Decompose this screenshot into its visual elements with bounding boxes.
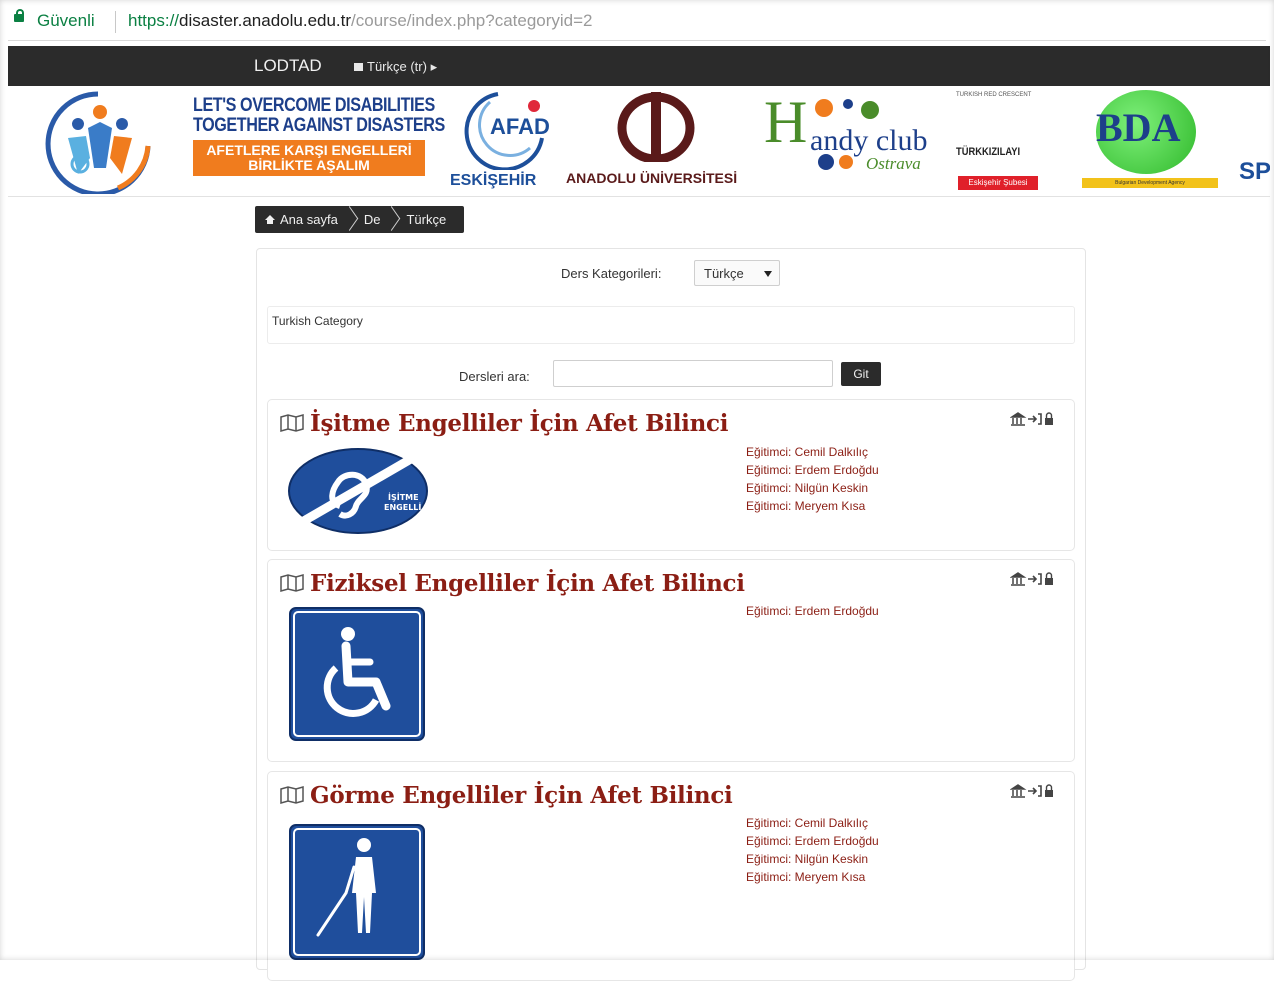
course-title-text: Fiziksel Engelliler İçin Afet Bilinci [310,570,745,597]
spo-logo-text: SPO [1239,158,1270,185]
category-description: Turkish Category [267,306,1075,344]
category-select[interactable]: Türkçe [694,260,780,286]
teacher-entry[interactable]: Eğitimci: Nilgün Keskin [746,850,879,868]
teacher-entry[interactable]: Eğitimci: Cemil Dalkılıç [746,814,879,832]
teacher-entry[interactable]: Eğitimci: Cemil Dalkılıç [746,443,879,461]
breadcrumb-home-label: Ana sayfa [280,212,338,227]
wheelchair-small-icon [818,154,853,170]
search-go-button[interactable]: Git [841,362,881,386]
course-box: İşitme Engelliler İçin Afet Bilinci Eğit… [267,399,1075,551]
bda-subtitle: Bulgarian Development Agency [1082,178,1218,188]
breadcrumb-de[interactable]: De [354,206,387,233]
kizilay-top-text: TURKISH RED CRESCENT [956,92,1032,98]
slogan-en-line2: TOGETHER AGAINST DISASTERS [193,115,445,136]
course-title-text: Görme Engelliler İçin Afet Bilinci [310,782,733,809]
address-separator [115,11,116,33]
slogan-en-line1: LET'S OVERCOME DISABILITIES [193,95,435,116]
course-title-link[interactable]: Fiziksel Engelliler İçin Afet Bilinci [280,570,745,597]
map-icon [280,786,304,804]
red-crescent-icon [990,106,1006,138]
course-title-link[interactable]: Görme Engelliler İçin Afet Bilinci [280,782,733,809]
teacher-entry[interactable]: Eğitimci: Nilgün Keskin [746,479,879,497]
course-enrol-icons [1010,572,1053,586]
url-text[interactable]: https://disaster.anadolu.edu.tr/course/i… [128,11,593,31]
course-title-link[interactable]: İşitme Engelliler İçin Afet Bilinci [280,410,728,437]
turk-kizilay-logo: TURKISH RED CRESCENT TÜRKKIZILAYI Eskişe… [956,92,1046,192]
lodtad-logo [45,91,151,194]
sign-text-line1: İŞİTME [388,492,419,502]
breadcrumb-separator [386,206,396,233]
map-icon [280,414,304,432]
home-icon [265,215,275,224]
language-label: Türkçe (tr) [367,59,427,74]
dropdown-arrow-icon [764,271,772,277]
map-icon [280,574,304,592]
flag-icon [354,63,363,71]
course-teachers: Eğitimci: Cemil Dalkılıç Eğitimci: Erdem… [746,443,879,515]
handy-club-logo: H andy club Ostrava [764,92,944,182]
lock-icon [14,9,24,22]
kizilay-branch: Eskişehir Şubesi [958,176,1038,190]
course-teachers: Eğitimci: Erdem Erdoğdu [746,602,879,620]
site-brand-link[interactable]: LODTAD [254,56,322,76]
bda-name: BDA [1096,105,1181,150]
language-menu[interactable]: Türkçe (tr) ▸ [354,59,437,75]
breadcrumb-home[interactable]: Ana sayfa [255,206,344,233]
bda-logo: BDA Bulgarian Development Agency [1082,90,1218,190]
course-box: Fiziksel Engelliler İçin Afet Bilinci Eğ… [267,559,1075,762]
kizilay-name: TÜRKKIZILAYI [956,146,1021,158]
category-label: Ders Kategorileri: [561,266,662,281]
course-enrol-icons [1010,412,1053,426]
secure-label: Güvenli [37,11,95,30]
course-box: Görme Engelliler İçin Afet Bilinci Eğiti… [267,771,1075,981]
category-description-text: Turkish Category [272,314,363,328]
hearing-impaired-sign-image[interactable]: İŞİTME ENGELLİ [288,448,430,536]
sign-text-line2: ENGELLİ [384,502,421,512]
breadcrumb: Ana sayfa De Türkçe [255,206,465,233]
course-category-panel: Ders Kategorileri: Türkçe Turkish Catego… [256,248,1086,981]
slogan-tr-line2: BİRLİKTE AŞALIM [248,157,370,173]
slogan-tr: AFETLERE KARŞI ENGELLERİ BİRLİKTE AŞALIM [193,140,425,176]
category-select-value: Türkçe [704,266,744,281]
teacher-entry[interactable]: Eğitimci: Meryem Kısa [746,868,879,886]
teacher-entry[interactable]: Eğitimci: Erdem Erdoğdu [746,832,879,850]
slogan-logo: LET'S OVERCOME DISABILITIES TOGETHER AGA… [193,95,445,176]
address-bar[interactable]: Güvenli https://disaster.anadolu.edu.tr/… [8,4,1266,41]
top-navbar: LODTAD Türkçe (tr) ▸ [8,46,1270,86]
course-enrol-icons [1010,784,1053,798]
afad-city: ESKİŞEHİR [450,172,537,189]
teacher-entry[interactable]: Eğitimci: Erdem Erdoğdu [746,602,879,620]
teacher-entry[interactable]: Eğitimci: Erdem Erdoğdu [746,461,879,479]
hands-icon [815,99,879,119]
course-teachers: Eğitimci: Cemil Dalkılıç Eğitimci: Erdem… [746,814,879,886]
anadolu-logo-mark [617,92,695,162]
afad-name: AFAD [490,114,550,139]
visually-impaired-sign-image[interactable] [288,823,428,961]
course-search-input[interactable] [553,360,833,387]
url-scheme: https:// [128,11,180,30]
search-label: Dersleri ara: [459,369,530,384]
physical-disability-sign-image[interactable] [288,606,428,744]
url-path: /course/index.php?categoryid=2 [351,11,593,30]
url-host: disaster.anadolu.edu.tr [179,11,352,30]
breadcrumb-separator [344,206,354,233]
course-title-text: İşitme Engelliler İçin Afet Bilinci [310,410,729,437]
teacher-entry[interactable]: Eğitimci: Meryem Kısa [746,497,879,515]
breadcrumb-turkce[interactable]: Türkçe [396,206,452,233]
anadolu-name: ANADOLU ÜNİVERSİTESİ [566,170,738,186]
slogan-tr-line1: AFETLERE KARŞI ENGELLERİ [206,142,412,158]
handy-club-city: Ostrava [866,154,921,173]
partner-logos-banner: LET'S OVERCOME DISABILITIES TOGETHER AGA… [8,86,1270,197]
handy-club-h: H [764,89,808,155]
